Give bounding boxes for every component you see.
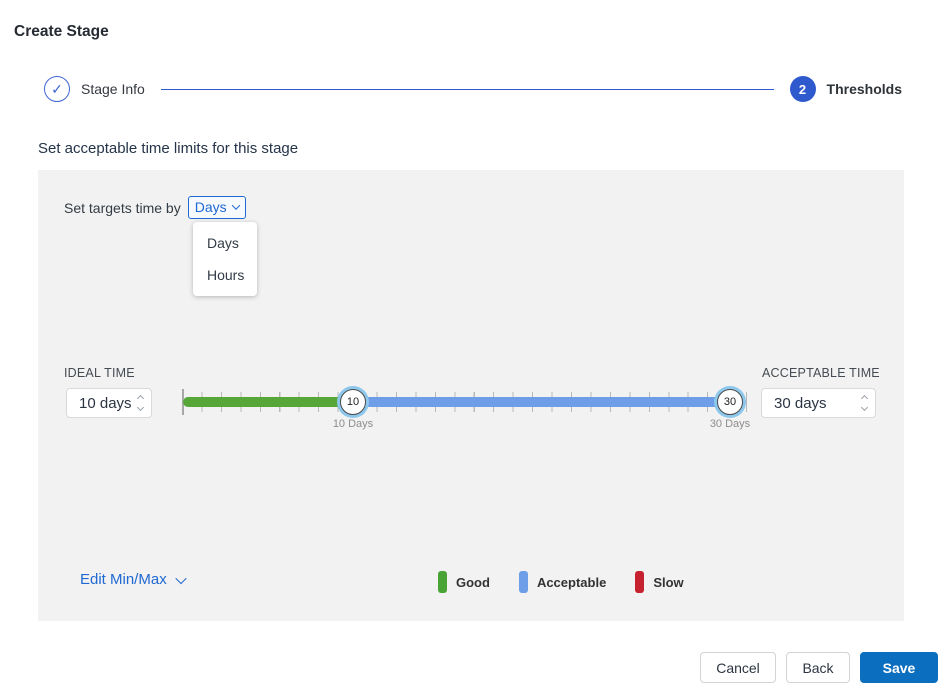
legend-item-slow: Slow [635, 571, 683, 593]
acceptable-time-input[interactable]: 30 days [761, 388, 876, 418]
edit-min-max-link[interactable]: Edit Min/Max [80, 571, 185, 588]
create-stage-dialog: Create Stage ✓ Stage Info 2 Thresholds S… [0, 0, 946, 696]
ideal-time-value: 10 days [79, 395, 132, 412]
slider-caption-ideal: 10 Days [313, 418, 393, 430]
slow-swatch [635, 571, 644, 593]
section-heading: Set acceptable time limits for this stag… [38, 140, 298, 157]
slider-caption-acceptable: 30 Days [690, 418, 770, 430]
check-icon: ✓ [51, 82, 63, 96]
legend: Good Acceptable Slow [438, 571, 713, 593]
step2-circle: 2 [790, 76, 816, 102]
ideal-time-input[interactable]: 10 days [66, 388, 152, 418]
step-stage-info[interactable]: ✓ Stage Info [44, 76, 145, 102]
save-button[interactable]: Save [860, 652, 938, 683]
legend-label-slow: Slow [653, 575, 683, 590]
step-thresholds[interactable]: 2 Thresholds [790, 76, 902, 102]
slider-good-segment [183, 397, 353, 407]
ideal-time-label: IDEAL TIME [64, 366, 135, 380]
step2-label: Thresholds [827, 81, 902, 97]
unit-select-value: Days [195, 199, 227, 215]
stepper-up-icon [137, 395, 144, 402]
chevron-down-icon [175, 572, 186, 583]
good-swatch [438, 571, 447, 593]
slider-handle-ideal[interactable]: 10 [340, 389, 366, 415]
step1-circle: ✓ [44, 76, 70, 102]
stepper: ✓ Stage Info 2 Thresholds [44, 76, 902, 102]
step1-label: Stage Info [81, 81, 145, 97]
legend-label-good: Good [456, 575, 490, 590]
footer-actions: Cancel Back Save [700, 652, 938, 683]
slider-acceptable-segment [353, 397, 746, 407]
unit-option-days[interactable]: Days [193, 227, 257, 259]
target-label: Set targets time by [64, 200, 181, 216]
edit-min-max-label: Edit Min/Max [80, 571, 167, 588]
unit-option-hours[interactable]: Hours [193, 259, 257, 291]
unit-select-menu: Days Hours [193, 222, 257, 296]
step2-number: 2 [799, 82, 806, 97]
back-button[interactable]: Back [786, 652, 850, 683]
handle-value: 30 [724, 396, 736, 408]
slider-handle-acceptable[interactable]: 30 [717, 389, 743, 415]
thresholds-panel: Set targets time by Days Days Hours IDEA… [38, 170, 904, 621]
legend-label-acceptable: Acceptable [537, 575, 606, 590]
target-row: Set targets time by Days [64, 196, 246, 219]
cancel-button[interactable]: Cancel [700, 652, 776, 683]
stepper-down-icon [861, 404, 868, 411]
acceptable-time-value: 30 days [774, 395, 827, 412]
chevron-down-icon [231, 201, 239, 209]
handle-value: 10 [347, 396, 359, 408]
ideal-time-stepper[interactable] [138, 396, 143, 410]
acceptable-time-stepper[interactable] [862, 396, 867, 410]
unit-select-trigger[interactable]: Days [188, 196, 246, 219]
acceptable-time-label: ACCEPTABLE TIME [762, 366, 880, 380]
stepper-up-icon [861, 395, 868, 402]
legend-item-good: Good [438, 571, 490, 593]
page-title: Create Stage [14, 23, 109, 41]
stepper-down-icon [137, 404, 144, 411]
stepper-connector [161, 89, 774, 90]
legend-item-acceptable: Acceptable [519, 571, 606, 593]
acceptable-swatch [519, 571, 528, 593]
